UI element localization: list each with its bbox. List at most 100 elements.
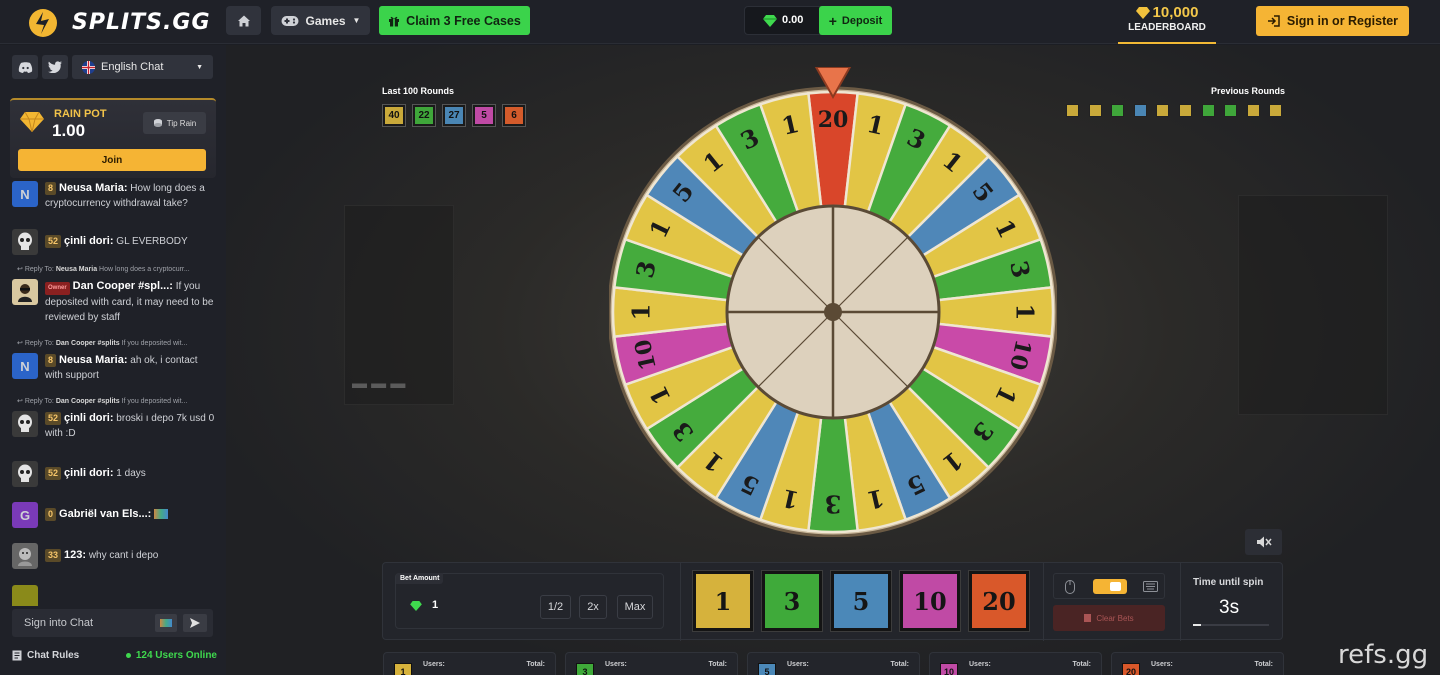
language-select[interactable]: English Chat ▼ [72, 55, 213, 79]
chat-rules-label: Chat Rules [27, 650, 80, 661]
skull-avatar [12, 461, 38, 487]
emote-icon [154, 509, 169, 520]
card-color-square: 10 [940, 663, 958, 675]
username[interactable]: Neusa Maria: [59, 182, 127, 194]
username[interactable]: Neusa Maria: [59, 354, 127, 366]
level-badge: 52 [45, 467, 62, 480]
bet-summary-card: 20 Users: Total: [1111, 652, 1284, 675]
clear-bets-button[interactable]: Clear Bets [1053, 605, 1165, 631]
last-round-tile: 27 [442, 104, 466, 127]
bet-summary-card: 3 Users: Total: [565, 652, 738, 675]
trash-icon [1084, 614, 1092, 622]
language-label: English Chat [101, 61, 164, 73]
mute-button[interactable] [1245, 529, 1282, 555]
skull-icon [18, 464, 32, 482]
chat-message: Owner Dan Cooper #spl...: If you deposite… [12, 279, 218, 325]
users-online: 124 Users Online [125, 650, 217, 661]
half-bet-button[interactable]: 1/2 [540, 595, 571, 619]
bet-tile-20[interactable]: 20 [968, 570, 1030, 632]
card-users-label: Users: [1151, 661, 1173, 668]
twitter-button[interactable] [42, 55, 68, 79]
username[interactable]: Dan Cooper #spl...: [73, 280, 173, 292]
hub-center [824, 303, 842, 321]
discord-icon [18, 61, 32, 73]
background-decoration: ▬ ▬ ▬ [352, 375, 406, 392]
chat-message: N 8 Neusa Maria: How long does a cryptocu… [12, 181, 218, 211]
wheel-segment-label: 20 [818, 107, 849, 133]
chat-input[interactable]: Sign into Chat [12, 609, 213, 637]
last-round-tile: 5 [472, 104, 496, 127]
username[interactable]: 123: [64, 549, 86, 561]
reply-name: Dan Cooper #splits [55, 340, 120, 347]
bet-summary-card: 5 Users: Total: [747, 652, 920, 675]
join-rain-button[interactable]: Join [18, 149, 206, 171]
divider [680, 563, 681, 641]
gem-icon [763, 15, 777, 27]
bet-summary-card: 10 Users: Total: [929, 652, 1102, 675]
site-logo[interactable]: SPLITS.GG [24, 4, 211, 40]
card-total-label: Total: [1072, 661, 1091, 668]
reply-text: If you deposited wit... [121, 340, 188, 347]
bet-tile-10[interactable]: 10 [899, 570, 961, 632]
users-online-label: 124 Users Online [135, 650, 217, 661]
username[interactable]: çinli dori: [64, 467, 114, 479]
reply-reference[interactable]: ↩ Reply To: Dan Cooper #splits If you de… [17, 397, 217, 405]
username[interactable]: çinli dori: [64, 235, 114, 247]
chat-messages: N 8 Neusa Maria: How long does a cryptocu… [0, 181, 226, 606]
timer-value: 3s [1219, 597, 1240, 618]
leaderboard-amount: 10,000 [1152, 4, 1199, 21]
chat-rules-link[interactable]: Chat Rules [12, 650, 79, 661]
previous-round-square [1088, 104, 1102, 117]
games-dropdown[interactable]: Games ▼ [271, 6, 370, 35]
deposit-button[interactable]: + Deposit [819, 6, 892, 35]
claim-free-cases-button[interactable]: Claim 3 Free Cases [379, 6, 530, 35]
chat-message: 52 çinli dori: GL EVERBODY [12, 229, 218, 255]
card-total-label: Total: [890, 661, 909, 668]
keyboard-icon [1143, 581, 1158, 592]
reply-reference[interactable]: ↩ Reply To: Neusa Maria How long does a … [17, 265, 217, 273]
previous-round-square [1224, 104, 1238, 117]
home-icon [237, 15, 250, 26]
max-bet-button[interactable]: Max [617, 595, 653, 619]
tip-rain-label: Tip Rain [166, 118, 197, 128]
chevron-down-icon: ▼ [196, 63, 203, 71]
bet-amount-box: Bet Amount 1 1/2 2x Max [395, 573, 664, 629]
tip-rain-button[interactable]: Tip Rain [143, 112, 206, 134]
dan-avatar [12, 279, 38, 305]
gift-icon [389, 16, 400, 26]
reply-prefix: Reply To: [24, 340, 54, 347]
emote-button[interactable] [155, 614, 177, 632]
card-users-label: Users: [787, 661, 809, 668]
bet-amount-input[interactable]: 1 [432, 599, 438, 611]
rain-pot-amount: 1.00 [52, 121, 86, 140]
gem-icon [410, 601, 422, 611]
send-icon [190, 618, 200, 628]
home-button[interactable] [226, 6, 261, 35]
wheel-segment-label: 1 [627, 304, 656, 321]
username[interactable]: çinli dori: [64, 412, 114, 424]
top-bar: SPLITS.GG Games ▼ Claim 3 Free Cases 0.0… [0, 0, 1440, 44]
uk-flag-icon [82, 60, 95, 74]
reply-arrow-icon: ↩ [17, 398, 23, 405]
leaderboard-link[interactable]: 10,000 LEADERBOARD [1118, 4, 1216, 44]
bet-tile-5[interactable]: 5 [830, 570, 892, 632]
toggle-switch[interactable] [1093, 579, 1127, 594]
rain-pot-title: RAIN POT [54, 108, 107, 120]
previous-round-square [1246, 104, 1260, 117]
previous-round-square [1111, 104, 1125, 117]
bet-tile-3[interactable]: 3 [761, 570, 823, 632]
chat-message: G 0 Gabriël van Els...: [12, 502, 218, 528]
input-mode-toggle[interactable] [1053, 573, 1165, 599]
discord-button[interactable] [12, 55, 38, 79]
double-bet-button[interactable]: 2x [579, 595, 607, 619]
send-button[interactable] [183, 614, 207, 632]
bet-tile-1[interactable]: 1 [692, 570, 754, 632]
watermark: refs.gg [1338, 640, 1429, 670]
reply-reference[interactable]: ↩ Reply To: Dan Cooper #splits If you de… [17, 339, 217, 347]
last-round-tile: 22 [412, 104, 436, 127]
sign-in-button[interactable]: Sign in or Register [1256, 6, 1409, 36]
timer-progress-fill [1193, 624, 1201, 626]
reply-name: Neusa Maria [55, 266, 98, 273]
online-dot-icon [125, 653, 131, 658]
username[interactable]: Gabriël van Els...: [59, 508, 151, 520]
